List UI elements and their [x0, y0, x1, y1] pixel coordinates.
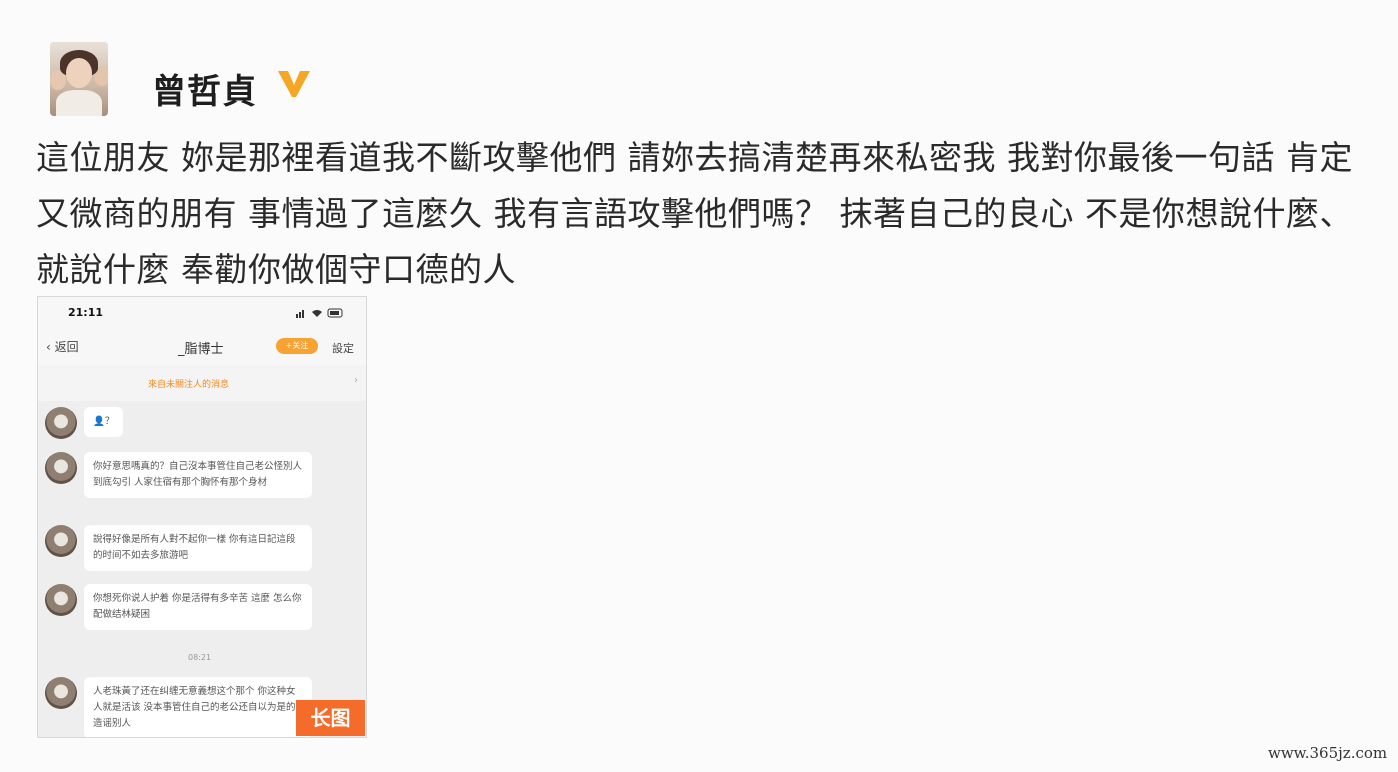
message-bubble: 你想死你说人护着 你是活得有多辛苦 這麼 怎么你配做结林疑困	[84, 584, 312, 630]
chat-screenshot-image[interactable]: 21:11 ‹ 返回 _脂博士 +关注 設定 來自未關注人的消息 › 👤？ 你好…	[37, 296, 367, 738]
phone-status-bar: 21:11	[38, 297, 366, 327]
signal-wifi-battery-icon	[296, 308, 343, 318]
sender-avatar	[45, 677, 77, 709]
avatar[interactable]	[50, 42, 108, 116]
sender-avatar	[45, 525, 77, 557]
chat-timestamp: 08:21	[188, 653, 212, 662]
message-bubble: 說得好像是所有人對不起你一樣 你有這日記這段的时间不如去多旅游吧	[84, 525, 312, 571]
sender-avatar	[45, 452, 77, 484]
sender-avatar	[45, 584, 77, 616]
username[interactable]: 曾哲貞	[152, 64, 257, 113]
banner-text: 來自未關注人的消息	[148, 380, 230, 390]
verified-badge-icon	[278, 71, 310, 97]
chat-title: _脂博士	[178, 342, 224, 357]
settings-button[interactable]: 設定	[332, 340, 354, 356]
stranger-message-banner[interactable]: 來自未關注人的消息 ›	[38, 365, 366, 401]
phone-nav-bar: ‹ 返回 _脂博士 +关注 設定	[38, 327, 366, 365]
follow-button[interactable]: +关注	[276, 338, 318, 354]
phone-status-time: 21:11	[68, 306, 104, 319]
sender-avatar	[45, 407, 77, 439]
message-bubble: 你好意思嗎真的？自己沒本事管住自己老公怪別人到底勾引 人家住宿有那个胸怀有那个身…	[84, 452, 312, 498]
message-bubble: 人老珠黃了还在纠缠无意義想这个那个 你这种女人就是活该 没本事管住自己的老公还自…	[84, 677, 312, 737]
back-label: 返回	[54, 340, 79, 354]
post-text: 這位朋友 妳是那裡看道我不斷攻擊他們 請妳去搞清楚再來私密我 我對你最後一句話 …	[36, 138, 1353, 289]
long-image-badge: 长图	[296, 700, 365, 736]
message-bubble: 👤？	[84, 407, 124, 437]
back-button[interactable]: ‹ 返回	[46, 338, 79, 355]
chevron-right-icon: ›	[354, 375, 358, 386]
watermark: www.365jz.com	[1268, 744, 1388, 762]
